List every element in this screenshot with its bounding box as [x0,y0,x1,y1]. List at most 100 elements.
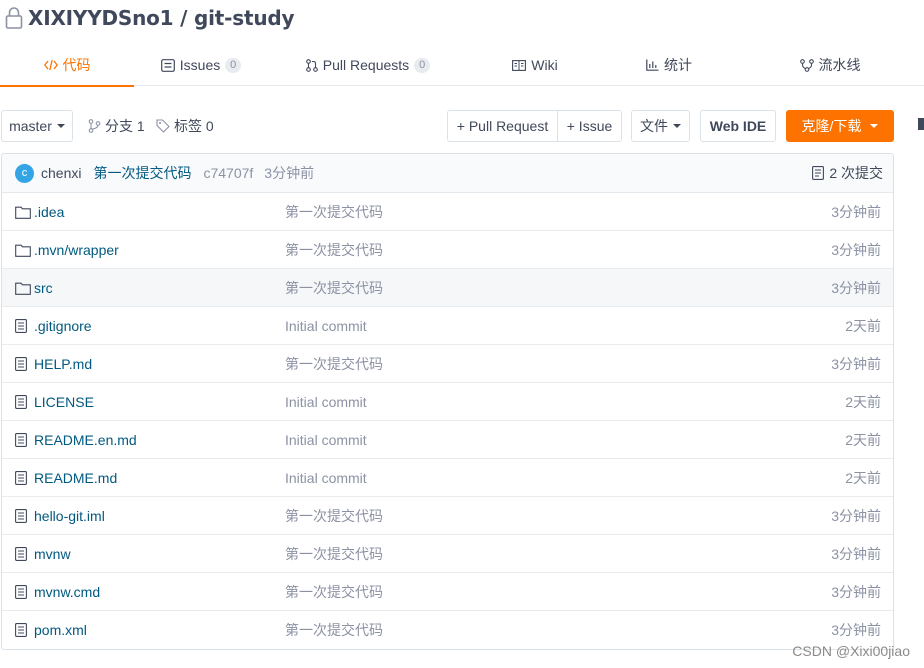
folder-icon [15,205,31,219]
file-name-link[interactable]: .idea [34,204,64,220]
table-row[interactable]: HELP.md 第一次提交代码 3分钟前 [2,345,893,383]
web-ide-label: Web IDE [709,118,767,134]
tab-stats-label: 统计 [664,57,692,73]
new-issue-button[interactable]: + Issue [557,110,622,142]
file-commit-message[interactable]: Initial commit [285,318,367,334]
file-commit-time: 3分钟前 [831,583,881,600]
file-commit-time: 3分钟前 [831,507,881,524]
repo-name-link[interactable]: XIXIYYDSno1 / git-study [28,6,295,30]
file-commit-message[interactable]: 第一次提交代码 [285,240,383,260]
tab-code[interactable]: 代码 [0,44,134,87]
new-pull-request-label: + Pull Request [456,118,549,134]
file-name-link[interactable]: pom.xml [34,622,87,638]
file-commit-time: 2天前 [845,393,881,410]
tab-pull-requests-label: Pull Requests [322,57,410,73]
file-icon [15,547,31,561]
file-commit-message[interactable]: Initial commit [285,394,367,410]
issues-count-badge: 0 [225,57,242,73]
code-icon [43,59,58,71]
file-commit-message[interactable]: 第一次提交代码 [285,278,383,298]
file-icon [15,357,31,371]
file-name-link[interactable]: README.en.md [34,432,137,448]
file-name-link[interactable]: mvnw [34,546,71,562]
table-row[interactable]: .gitignore Initial commit 2天前 [2,307,893,345]
file-commit-message[interactable]: Initial commit [285,432,367,448]
table-row[interactable]: hello-git.iml 第一次提交代码 3分钟前 [2,497,893,535]
branches-link[interactable]: 分支 1 [88,110,145,142]
table-row[interactable]: LICENSE Initial commit 2天前 [2,383,893,421]
file-commit-message[interactable]: Initial commit [285,470,367,486]
chevron-down-icon [870,124,879,128]
file-name-link[interactable]: src [34,280,53,296]
table-row[interactable]: pom.xml 第一次提交代码 3分钟前 [2,611,893,649]
commit-count-link[interactable]: 2 次提交 [812,154,883,192]
branch-select[interactable]: master [1,110,73,142]
avatar[interactable]: c [15,163,34,183]
repo-toolbar: master 分支 1 标签 0 + Pull Request + Issue … [0,110,924,142]
tab-wiki[interactable]: Wiki [468,44,602,86]
file-commit-time: 3分钟前 [831,545,881,562]
wiki-icon [512,59,527,71]
file-name-link[interactable]: hello-git.iml [34,508,105,524]
tab-pipeline-label: 流水线 [818,57,861,73]
file-commit-time: 3分钟前 [831,203,881,220]
latest-commit-bar: c chenxi 第一次提交代码 c74707f 3分钟前 2 次提交 [2,154,893,193]
tab-issues-label: Issues [179,57,221,73]
file-commit-time: 3分钟前 [831,622,881,638]
file-name-link[interactable]: .mvn/wrapper [34,242,119,258]
file-icon [15,585,31,599]
commit-author[interactable]: chenxi [41,165,81,181]
file-commit-time: 2天前 [845,469,881,486]
chevron-down-icon [56,124,65,128]
branch-icon [88,119,101,133]
tab-stats[interactable]: 统计 [602,44,736,86]
commit-hash-link[interactable]: c74707f [203,165,253,181]
file-commit-message[interactable]: 第一次提交代码 [285,582,383,602]
file-list: c chenxi 第一次提交代码 c74707f 3分钟前 2 次提交 .ide… [1,153,894,650]
table-row[interactable]: mvnw 第一次提交代码 3分钟前 [2,535,893,573]
files-dropdown-label: 文件 [640,118,668,134]
table-row[interactable]: mvnw.cmd 第一次提交代码 3分钟前 [2,573,893,611]
file-commit-time: 2天前 [845,431,881,448]
table-row[interactable]: README.md Initial commit 2天前 [2,459,893,497]
tags-link[interactable]: 标签 0 [156,110,214,142]
file-icon [15,471,31,485]
pull-request-icon [305,58,318,72]
table-row[interactable]: README.en.md Initial commit 2天前 [2,421,893,459]
file-name-link[interactable]: HELP.md [34,356,92,372]
file-commit-message[interactable]: 第一次提交代码 [285,202,383,222]
table-row[interactable]: .idea 第一次提交代码 3分钟前 [2,193,893,231]
sidebar-edge [918,118,924,130]
file-name-link[interactable]: LICENSE [34,394,94,410]
file-commit-message[interactable]: 第一次提交代码 [285,544,383,564]
file-commit-time: 3分钟前 [831,241,881,258]
file-icon [15,623,31,637]
commit-message-link[interactable]: 第一次提交代码 [93,163,191,183]
tab-wiki-label: Wiki [531,57,558,73]
file-name-link[interactable]: README.md [34,470,117,486]
tab-pull-requests[interactable]: Pull Requests 0 [268,44,468,86]
new-pull-request-button[interactable]: + Pull Request [447,110,558,142]
file-commit-message[interactable]: 第一次提交代码 [285,620,383,640]
folder-icon [15,281,31,295]
tag-icon [156,119,170,133]
file-name-link[interactable]: .gitignore [34,318,92,334]
commit-time: 3分钟前 [264,165,315,181]
tab-issues[interactable]: Issues 0 [134,44,268,86]
tab-code-label: 代码 [62,57,91,73]
repo-header: XIXIYYDSno1 / git-study 代码 Issues 0 Pull… [0,0,924,87]
web-ide-button[interactable]: Web IDE [700,110,776,142]
pipeline-icon [799,58,814,72]
file-commit-message[interactable]: 第一次提交代码 [285,354,383,374]
repo-title: XIXIYYDSno1 / git-study [4,5,295,31]
lock-icon [5,7,23,29]
file-rows: .idea 第一次提交代码 3分钟前 .mvn/wrapper 第一次提交代码 3分钟前 s… [2,193,893,649]
tab-pipeline[interactable]: 流水线 [736,44,924,86]
table-row[interactable]: .mvn/wrapper 第一次提交代码 3分钟前 [2,231,893,269]
clone-download-button[interactable]: 克隆/下载 [786,110,894,142]
file-commit-message[interactable]: 第一次提交代码 [285,506,383,526]
table-row[interactable]: src 第一次提交代码 3分钟前 [2,269,893,307]
files-dropdown[interactable]: 文件 [631,110,690,142]
file-icon [15,509,31,523]
file-name-link[interactable]: mvnw.cmd [34,584,100,600]
